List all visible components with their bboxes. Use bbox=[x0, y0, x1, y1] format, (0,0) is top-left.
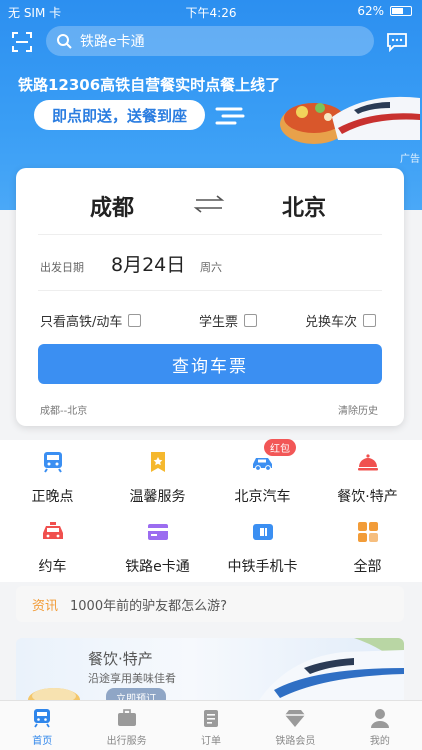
service-train-status[interactable]: 正晚点 bbox=[0, 450, 105, 506]
tab-home[interactable]: 首页 bbox=[0, 701, 84, 750]
arrival-city[interactable]: 北京 bbox=[282, 190, 326, 222]
sim-icon bbox=[252, 524, 273, 540]
search-history-item[interactable]: 成都--北京 bbox=[40, 402, 87, 417]
food-promo-banner[interactable]: 餐饮·特产 沿途享用美味佳肴 立即预订 bbox=[16, 638, 404, 708]
service-food[interactable]: 餐饮·特产 bbox=[315, 450, 420, 506]
card-icon bbox=[147, 524, 168, 540]
service-sim-card[interactable]: 中铁手机卡 bbox=[210, 520, 315, 576]
briefcase-icon bbox=[117, 709, 136, 726]
home-train-icon bbox=[34, 709, 51, 728]
search-icon bbox=[57, 34, 72, 49]
search-text: 铁路e卡通 bbox=[80, 34, 145, 50]
user-icon bbox=[370, 709, 389, 728]
train-icon bbox=[43, 452, 62, 473]
option-exchange[interactable]: 兑换车次 bbox=[305, 311, 377, 330]
clear-history-button[interactable]: 清除历史 bbox=[338, 402, 378, 417]
tab-profile[interactable]: 我的 bbox=[338, 701, 422, 750]
date-label: 出发日期 bbox=[40, 261, 84, 274]
promo-title: 餐饮·特产 bbox=[88, 650, 153, 668]
taxi-icon bbox=[42, 522, 63, 539]
ad-label: 广告 bbox=[400, 154, 420, 165]
promo-train-illustration bbox=[254, 638, 404, 708]
tab-travel-service[interactable]: 出行服务 bbox=[84, 701, 168, 750]
service-care[interactable]: 温馨服务 bbox=[105, 450, 210, 506]
service-taxi[interactable]: 约车 bbox=[0, 520, 105, 576]
banner-pill[interactable]: 即点即送，送餐到座 bbox=[34, 100, 206, 130]
bottom-tab-bar: 首页 出行服务 订单 铁路会员 我的 bbox=[0, 700, 422, 750]
battery-percent: 62% bbox=[357, 4, 384, 18]
speed-lines-icon bbox=[215, 107, 245, 125]
food-icon bbox=[357, 454, 378, 471]
option-high-speed[interactable]: 只看高铁/动车 bbox=[40, 311, 142, 330]
news-ticker[interactable]: 资讯 1000年前的驴友都怎么游? bbox=[16, 586, 404, 622]
weekday-label: 周六 bbox=[200, 261, 222, 274]
scan-icon[interactable] bbox=[12, 32, 32, 52]
red-packet-badge: 红包 bbox=[264, 439, 296, 456]
departure-date[interactable]: 8月24日 bbox=[111, 250, 185, 277]
news-text: 1000年前的驴友都怎么游? bbox=[70, 598, 227, 614]
exchange-checkbox[interactable] bbox=[363, 314, 377, 327]
service-beijing-auto[interactable]: 北京汽车 bbox=[210, 450, 315, 506]
grid-icon bbox=[357, 522, 378, 542]
banner-title[interactable]: 铁路12306高铁自营餐实时点餐上线了 bbox=[18, 74, 280, 95]
news-tag: 资讯 bbox=[32, 598, 59, 614]
search-input[interactable]: 铁路e卡通 bbox=[46, 26, 374, 56]
student-checkbox[interactable] bbox=[244, 314, 258, 327]
promo-subtitle: 沿途享用美味佳肴 bbox=[88, 672, 176, 685]
message-icon[interactable] bbox=[386, 32, 408, 52]
battery-icon bbox=[390, 6, 412, 16]
query-tickets-button[interactable]: 查询车票 bbox=[38, 344, 382, 384]
swap-icon[interactable] bbox=[192, 194, 226, 214]
service-grid: 正晚点 温馨服务 北京汽车 红包 餐饮·特产 约车 铁路e卡通 中铁手机卡 全部 bbox=[0, 439, 422, 582]
service-all[interactable]: 全部 bbox=[315, 520, 420, 576]
tab-membership[interactable]: 铁路会员 bbox=[253, 701, 337, 750]
tab-orders[interactable]: 订单 bbox=[169, 701, 253, 750]
high-speed-checkbox[interactable] bbox=[128, 314, 142, 327]
status-bar: 无 SIM 卡 下午4:26 62% bbox=[0, 0, 422, 22]
service-icon bbox=[150, 452, 165, 472]
service-e-card[interactable]: 铁路e卡通 bbox=[105, 520, 210, 576]
ticket-search-card: 成都 北京 出发日期 8月24日 周六 只看高铁/动车 学生票 兑换车次 查询车… bbox=[16, 168, 404, 426]
departure-city[interactable]: 成都 bbox=[90, 190, 134, 222]
banner-train-illustration bbox=[280, 96, 420, 144]
diamond-icon bbox=[285, 710, 306, 727]
clipboard-icon bbox=[204, 710, 219, 727]
option-student[interactable]: 学生票 bbox=[199, 311, 258, 330]
